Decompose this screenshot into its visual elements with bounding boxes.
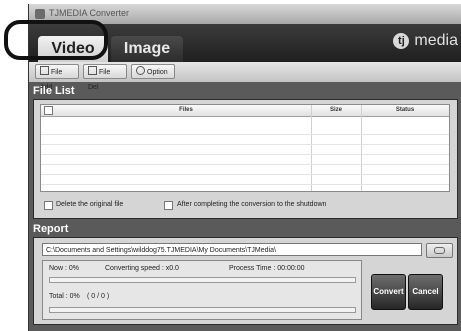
- select-all-checkbox[interactable]: [44, 106, 53, 115]
- table-header: Files Size Status: [41, 105, 449, 117]
- file-list-panel: Files Size Status Delete the original fi…: [33, 99, 458, 219]
- file-del-button[interactable]: File Del: [83, 64, 127, 91]
- now-progress-bar: [49, 277, 356, 283]
- option-icon: [136, 66, 145, 75]
- table-row[interactable]: [41, 135, 449, 145]
- file-list-title: File List: [33, 85, 75, 97]
- browse-button[interactable]: [426, 243, 453, 258]
- tj-logo-icon: tj: [393, 33, 410, 49]
- file-count: ( 0 / 0 ): [87, 293, 110, 300]
- delete-original-label: Delete the original file: [56, 201, 124, 208]
- delete-original-checkbox[interactable]: [44, 201, 53, 210]
- report-title: Report: [33, 223, 69, 235]
- table-row[interactable]: [41, 165, 449, 175]
- table-row[interactable]: [41, 175, 449, 185]
- option-button[interactable]: Option: [131, 64, 175, 79]
- column-status: Status: [395, 107, 415, 113]
- tab-image[interactable]: Image: [111, 36, 183, 62]
- app-icon: [35, 9, 45, 19]
- toolbar: File Add File Del Option: [29, 62, 461, 91]
- window-title: TJMEDIA Converter: [49, 8, 130, 18]
- total-progress-bar: [49, 307, 356, 313]
- now-progress-text: Now : 0%: [49, 265, 79, 272]
- option-label: Option: [147, 69, 168, 76]
- brand-text: media: [414, 32, 458, 49]
- cancel-button[interactable]: Cancel: [408, 274, 443, 310]
- file-add-button[interactable]: File Add: [35, 64, 79, 91]
- progress-status: Now : 0% Converting speed : x0.0 Process…: [42, 260, 362, 320]
- total-progress-text: Total : 0%: [49, 293, 80, 300]
- process-time: Process Time : 00:00:00: [229, 265, 305, 272]
- file-add-icon: [40, 66, 49, 75]
- file-del-icon: [88, 66, 97, 75]
- shutdown-checkbox[interactable]: [164, 201, 173, 210]
- shutdown-label: After completing the conversion to the s…: [177, 201, 327, 208]
- column-size: Size: [329, 107, 342, 113]
- converting-speed: Converting speed : x0.0: [105, 265, 179, 272]
- column-files: Files: [179, 107, 193, 113]
- file-table: Files Size Status: [40, 104, 450, 192]
- table-row[interactable]: [41, 125, 449, 135]
- table-row[interactable]: [41, 155, 449, 165]
- highlight-circle: [4, 20, 108, 60]
- output-path-field[interactable]: C:\Documents and Settings\wilddog75.TJME…: [42, 243, 422, 256]
- convert-button[interactable]: Convert: [371, 274, 406, 310]
- report-panel: C:\Documents and Settings\wilddog75.TJME…: [33, 237, 458, 325]
- brand-logo: tj media: [393, 32, 458, 50]
- browse-icon: [434, 247, 445, 254]
- table-row[interactable]: [41, 145, 449, 155]
